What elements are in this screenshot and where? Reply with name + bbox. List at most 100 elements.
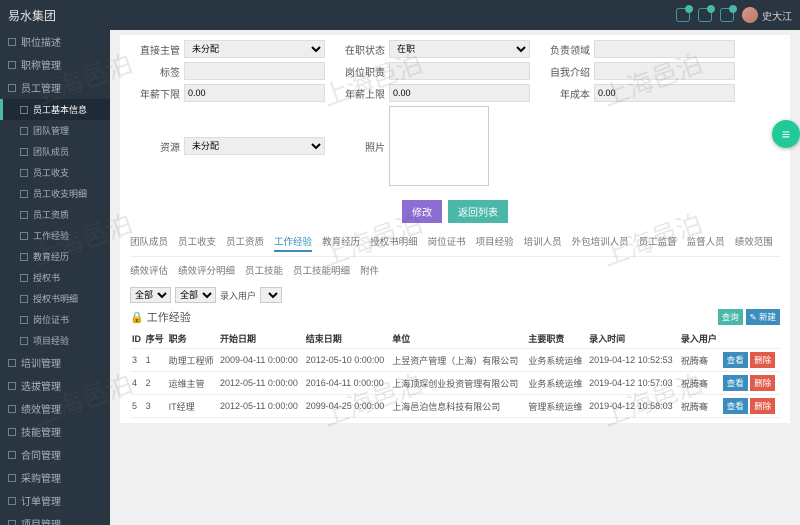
tab-附件[interactable]: 附件 (360, 261, 379, 279)
view-button[interactable]: 查看 (723, 352, 748, 368)
sidebar-item-11[interactable]: 授权书 (0, 267, 110, 288)
menu-icon (20, 253, 28, 261)
年薪上限-input[interactable] (389, 84, 530, 102)
tab-授权书明细[interactable]: 授权书明细 (370, 232, 418, 252)
tab-团队成员[interactable]: 团队成员 (130, 232, 168, 252)
menu-icon (20, 274, 28, 282)
标签-input[interactable] (184, 62, 325, 80)
col-header: 职务 (167, 329, 218, 349)
field-label: 年成本 (540, 86, 590, 101)
sidebar-item-19[interactable]: 合同管理 (0, 443, 110, 466)
tab-员工技能[interactable]: 员工技能 (245, 261, 283, 279)
sidebar-item-22[interactable]: 项目管理 (0, 512, 110, 525)
tab-绩效范围[interactable]: 绩效范围 (735, 232, 773, 252)
menu-icon (8, 61, 16, 69)
tab-员工收支[interactable]: 员工收支 (178, 232, 216, 252)
sidebar-item-21[interactable]: 订单管理 (0, 489, 110, 512)
sidebar-item-20[interactable]: 采购管理 (0, 466, 110, 489)
menu-icon (20, 232, 28, 240)
menu-icon (8, 520, 16, 525)
sidebar-item-15[interactable]: 培训管理 (0, 351, 110, 374)
resource-select[interactable]: 未分配 (184, 137, 325, 155)
filter-select-1[interactable]: 全部 (130, 287, 171, 303)
delete-button[interactable]: 删除 (750, 352, 775, 368)
sidebar-item-6[interactable]: 员工收支 (0, 162, 110, 183)
在职状态-select[interactable]: 在职 (389, 40, 530, 58)
sidebar-item-4[interactable]: 团队管理 (0, 120, 110, 141)
section-title: 🔒 工作经验 (130, 309, 191, 325)
tab-监督人员[interactable]: 监督人员 (687, 232, 725, 252)
col-header: 录入时间 (587, 329, 679, 349)
年成本-input[interactable] (594, 84, 735, 102)
avatar (742, 7, 758, 23)
menu-icon (20, 295, 28, 303)
tab-外包培训人员[interactable]: 外包培训人员 (572, 232, 629, 252)
menu-icon (8, 405, 16, 413)
menu-icon (8, 451, 16, 459)
filter-select-3[interactable] (260, 287, 282, 303)
sidebar-item-7[interactable]: 员工收支明细 (0, 183, 110, 204)
sidebar-item-14[interactable]: 项目经验 (0, 330, 110, 351)
col-header: 单位 (390, 329, 526, 349)
import-user-label: 录入用户 (220, 289, 256, 302)
table-row: 31助理工程师2009-04-11 0:00:002012-05-10 0:00… (130, 349, 780, 372)
tab-岗位证书[interactable]: 岗位证书 (428, 232, 466, 252)
field-label: 直接主管 (130, 42, 180, 57)
back-button[interactable]: 返回列表 (448, 200, 508, 223)
tab-工作经验[interactable]: 工作经验 (274, 232, 312, 252)
create-button[interactable]: ✎ 新建 (746, 309, 781, 325)
notif-icon-2[interactable] (698, 8, 712, 22)
sidebar-item-16[interactable]: 选拔管理 (0, 374, 110, 397)
delete-button[interactable]: 删除 (750, 375, 775, 391)
sidebar-item-12[interactable]: 授权书明细 (0, 288, 110, 309)
tab-员工技能明细[interactable]: 员工技能明细 (293, 261, 350, 279)
photo-box[interactable] (389, 106, 489, 186)
sidebar-item-9[interactable]: 工作经验 (0, 225, 110, 246)
menu-icon (8, 497, 16, 505)
menu-icon (20, 211, 28, 219)
modify-button[interactable]: 修改 (402, 200, 442, 223)
tab-绩效评估[interactable]: 绩效评估 (130, 261, 168, 279)
负责领域-input[interactable] (594, 40, 735, 58)
query-button[interactable]: 查询 (718, 309, 743, 325)
field-label: 在职状态 (335, 42, 385, 57)
sidebar-item-8[interactable]: 员工资质 (0, 204, 110, 225)
sidebar-item-3[interactable]: 员工基本信息 (0, 99, 110, 120)
view-button[interactable]: 查看 (723, 398, 748, 414)
field-label: 年薪上限 (335, 86, 385, 101)
user-name: 史大江 (762, 8, 792, 23)
自我介绍-input[interactable] (594, 62, 735, 80)
sidebar-item-2[interactable]: 员工管理 (0, 76, 110, 99)
sidebar-item-5[interactable]: 团队成员 (0, 141, 110, 162)
tab-员工资质[interactable]: 员工资质 (226, 232, 264, 252)
filter-select-2[interactable]: 全部 (175, 287, 216, 303)
field-label: 岗位职责 (335, 64, 385, 79)
delete-button[interactable]: 删除 (750, 398, 775, 414)
tab-培训人员[interactable]: 培训人员 (524, 232, 562, 252)
menu-icon (20, 148, 28, 156)
tab-员工监督[interactable]: 员工监督 (639, 232, 677, 252)
sidebar-item-1[interactable]: 职称管理 (0, 53, 110, 76)
年薪下限-input[interactable] (184, 84, 325, 102)
notif-icon-3[interactable] (720, 8, 734, 22)
sidebar-item-0[interactable]: 职位描述 (0, 30, 110, 53)
tab-教育经历[interactable]: 教育经历 (322, 232, 360, 252)
直接主管-select[interactable]: 未分配 (184, 40, 325, 58)
sidebar-item-17[interactable]: 绩效管理 (0, 397, 110, 420)
col-header: 主要职责 (526, 329, 587, 349)
岗位职责-input[interactable] (389, 62, 530, 80)
tab-绩效评分明细[interactable]: 绩效评分明细 (178, 261, 235, 279)
sidebar-item-13[interactable]: 岗位证书 (0, 309, 110, 330)
menu-icon (8, 382, 16, 390)
fab-menu-icon[interactable]: ≡ (772, 120, 800, 148)
notif-icon-1[interactable] (676, 8, 690, 22)
table-row: 53IT经理2012-05-11 0:00:002099-04-25 0:00:… (130, 395, 780, 418)
sidebar-item-18[interactable]: 技能管理 (0, 420, 110, 443)
tab-项目经验[interactable]: 项目经验 (476, 232, 514, 252)
view-button[interactable]: 查看 (723, 375, 748, 391)
user-menu[interactable]: 史大江 (742, 7, 792, 23)
sidebar-item-10[interactable]: 教育经历 (0, 246, 110, 267)
menu-icon (8, 38, 16, 46)
col-header: 录入用户 (679, 329, 721, 349)
field-label: 负责领域 (540, 42, 590, 57)
